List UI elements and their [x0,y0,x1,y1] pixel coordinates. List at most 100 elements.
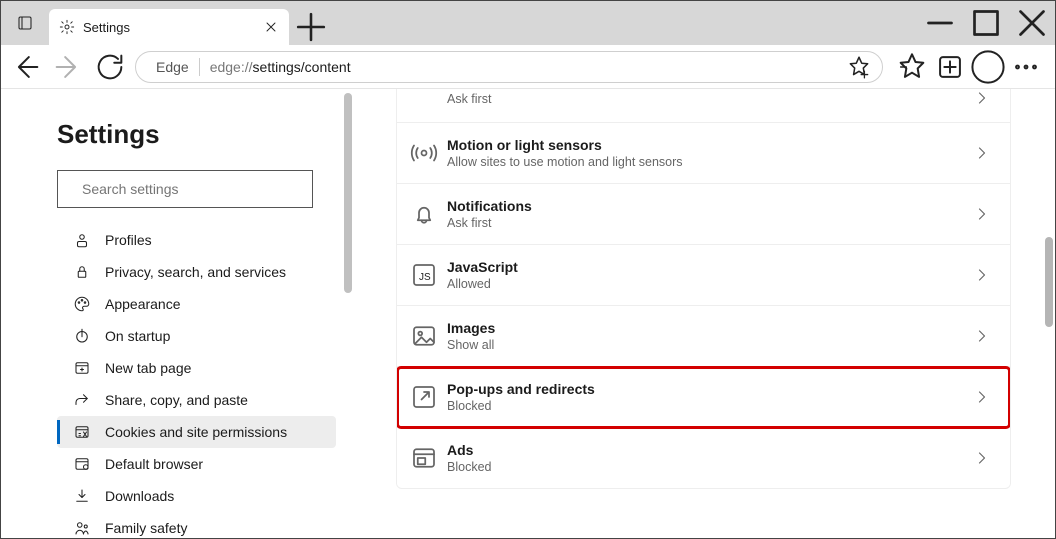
perm-notifications[interactable]: Notifications Ask first [397,184,1010,245]
perm-images[interactable]: ImagesShow all [397,306,1010,367]
sidebar-item-default-browser[interactable]: Default browser [57,448,336,480]
close-window-button[interactable] [1009,1,1055,45]
forward-button[interactable] [51,50,85,84]
perm-title: JavaScript [447,259,972,275]
chevron-right-icon [972,448,992,468]
favorites-button[interactable] [895,50,929,84]
url-text: edge://settings/content [210,59,836,75]
perm-subtitle: Ask first [447,216,972,230]
sidebar-item-share[interactable]: Share, copy, and paste [57,384,336,416]
scroll-thumb[interactable] [344,93,352,293]
sidebar-item-profiles[interactable]: Profiles [57,224,336,256]
settings-nav: Profiles Privacy, search, and services App… [57,224,336,538]
minimize-button[interactable] [917,1,963,45]
search-settings-box[interactable] [57,170,313,208]
sidebar-item-label: Profiles [105,232,152,248]
perm-text: Ask first [439,90,972,106]
perm-popups[interactable]: Pop-ups and redirects Blocked [397,367,1010,428]
perm-title: Pop-ups and redirects [447,381,972,397]
sidebar-item-newtab[interactable]: New tab page [57,352,336,384]
sidebar-item-family[interactable]: Family safety [57,512,336,538]
tab-actions-button[interactable] [1,1,49,45]
perm-text: Motion or light sensors Allow sites to us… [439,137,972,169]
perm-images-icon [409,321,439,351]
window-controls [917,1,1055,45]
perm-javascript[interactable]: JS JavaScript Allowed [397,245,1010,306]
sidebar-item-label: Appearance [105,296,181,312]
perm-text: Notifications Ask first [439,198,972,230]
permissions-list: Ask first Motion or light sensors Allow si… [396,89,1011,489]
sidebar-item-share-icon [73,391,91,409]
perm-mic[interactable]: Ask first [397,89,1010,123]
titlebar: Settings [1,1,1055,45]
tab-title: Settings [83,20,255,35]
sidebar-item-label: Downloads [105,488,174,504]
more-button[interactable] [1009,50,1043,84]
sidebar-container: Settings ProfilesPrivacy, search, and se… [1,89,356,538]
favorite-button[interactable] [846,54,872,80]
separator [199,58,200,76]
perm-text: ImagesShow all [439,320,972,352]
tab-close-button[interactable] [263,19,279,35]
collections-button[interactable] [933,50,967,84]
perm-subtitle: Blocked [447,399,972,413]
search-settings-input[interactable] [80,180,302,198]
perm-title: Notifications [447,198,972,214]
address-bar[interactable]: Edge edge://settings/content [135,51,883,83]
profile-button[interactable] [971,50,1005,84]
sidebar-item-downloads[interactable]: Downloads [57,480,336,512]
main-area: Ask first Motion or light sensors Allow si… [356,89,1055,538]
chevron-right-icon [972,143,992,163]
back-button[interactable] [9,50,43,84]
new-tab-button[interactable] [289,9,333,45]
perm-subtitle: Ask first [447,92,972,106]
sidebar-item-label: Share, copy, and paste [105,392,248,408]
perm-javascript-icon: JS [409,260,439,290]
sidebar-item-label: On startup [105,328,170,344]
sidebar-item-cookies-icon [73,423,91,441]
app-name-label: Edge [156,59,189,75]
perm-text: AdsBlocked [439,442,972,474]
chevron-right-icon [972,265,992,285]
maximize-button[interactable] [963,1,1009,45]
sidebar-item-family-icon [73,519,91,537]
sidebar-item-label: Family safety [105,520,187,536]
perm-ads[interactable]: AdsBlocked [397,428,1010,488]
app-window: Settings Edge [0,0,1056,539]
perm-subtitle: Allow sites to use motion and light sens… [447,155,972,169]
sidebar-item-privacy[interactable]: Privacy, search, and services [57,256,336,288]
page-body: Settings ProfilesPrivacy, search, and se… [1,89,1055,538]
sidebar-item-downloads-icon [73,487,91,505]
perm-title: Motion or light sensors [447,137,972,153]
sidebar-item-cookies[interactable]: Cookies and site permissions [57,416,336,448]
perm-text: Pop-ups and redirects Blocked [439,381,972,413]
sidebar-item-appearance-icon [73,295,91,313]
sidebar-item-label: Cookies and site permissions [105,424,287,440]
sidebar-item-startup[interactable]: On startup [57,320,336,352]
gear-icon [59,19,75,35]
sidebar-item-newtab-icon [73,359,91,377]
scroll-thumb[interactable] [1045,237,1053,327]
sidebar-item-default-browser-icon [73,455,91,473]
tab-settings[interactable]: Settings [49,9,289,45]
settings-sidebar: Settings ProfilesPrivacy, search, and se… [1,89,336,538]
perm-subtitle: Blocked [447,460,972,474]
refresh-button[interactable] [93,50,127,84]
chevron-right-icon [972,89,992,108]
sidebar-item-label: Privacy, search, and services [105,264,286,280]
sidebar-item-appearance[interactable]: Appearance [57,288,336,320]
sidebar-item-privacy-icon [73,263,91,281]
sidebar-item-label: New tab page [105,360,191,376]
perm-sensors-icon [409,138,439,168]
perm-title: Images [447,320,972,336]
chevron-right-icon [972,387,992,407]
perm-subtitle: Allowed [447,277,972,291]
perm-popups-icon [409,382,439,412]
sidebar-item-startup-icon [73,327,91,345]
perm-text: JavaScript Allowed [439,259,972,291]
perm-sensors[interactable]: Motion or light sensors Allow sites to us… [397,123,1010,184]
svg-text:JS: JS [419,272,431,283]
page-scrollbar[interactable] [1039,89,1055,538]
sidebar-scrollbar[interactable] [340,89,356,538]
chevron-right-icon [972,204,992,224]
